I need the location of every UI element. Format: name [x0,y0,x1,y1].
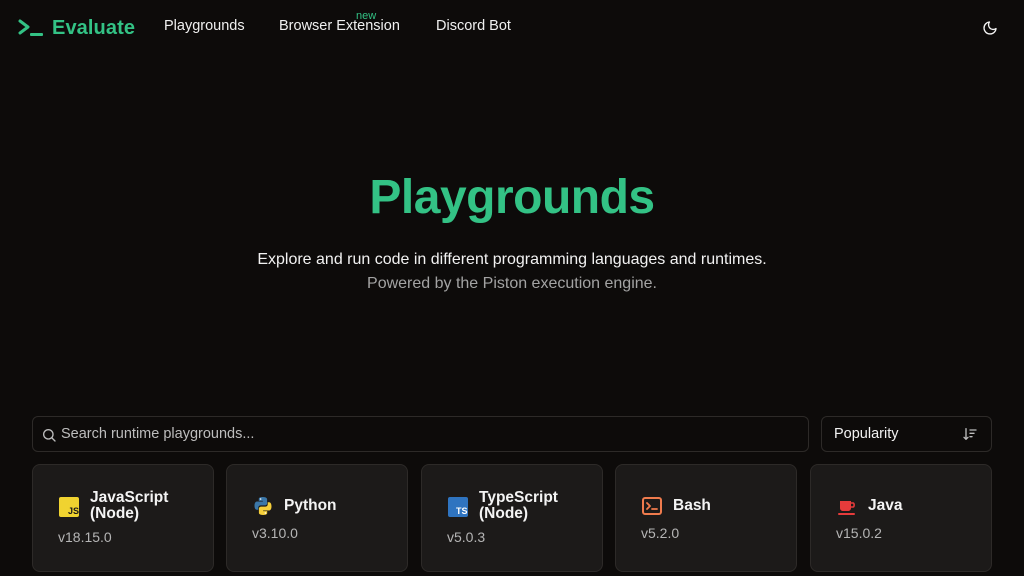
card-title-line2: (Node) [479,505,529,522]
card-title: TypeScript [479,489,558,506]
runtime-card-javascript[interactable]: JS JavaScript (Node) v18.15.0 [32,464,214,572]
card-version: v15.0.2 [836,525,882,541]
card-title-line2: (Node) [90,505,140,522]
svg-text:JS: JS [68,506,79,516]
svg-text:TS: TS [456,506,468,516]
runtime-card-typescript[interactable]: TS TypeScript (Node) v5.0.3 [421,464,603,572]
sort-descending-icon[interactable] [962,426,978,442]
nav-playgrounds[interactable]: Playgrounds [164,18,245,34]
terminal-prompt-icon [18,19,43,36]
nav-discord-bot[interactable]: Discord Bot [436,18,511,34]
card-version: v5.2.0 [641,525,680,541]
nav-browser-extension[interactable]: Browser Extension [279,18,400,34]
card-title: JavaScript [90,489,169,506]
page-title: Playgrounds [369,171,655,224]
search-box [32,416,809,452]
sort-label: Popularity [834,426,899,442]
card-version: v18.15.0 [58,529,112,545]
moon-icon [983,21,997,35]
card-version: v5.0.3 [447,529,486,545]
page-subtitle-secondary: Powered by the Piston execution engine. [367,275,657,292]
bash-icon [642,497,662,515]
page-subtitle: Explore and run code in different progra… [257,251,767,268]
runtime-card-bash[interactable]: Bash v5.2.0 [615,464,797,572]
runtime-card-java[interactable]: Java v15.0.2 [810,464,992,572]
brand-name: Evaluate [52,16,136,39]
search-icon [43,429,56,442]
card-title: Python [284,497,337,514]
theme-toggle-button[interactable] [980,18,1000,38]
runtime-card-python[interactable]: Python v3.10.0 [226,464,408,572]
card-title: Java [868,497,903,514]
top-nav: Evaluate Playgrounds Browser Extension n… [0,0,1024,56]
search-input[interactable] [61,417,801,451]
typescript-icon: TS [448,497,468,517]
card-version: v3.10.0 [252,525,298,541]
brand-logo-link[interactable]: Evaluate [18,14,135,42]
new-badge: new [356,10,377,22]
javascript-icon: JS [59,497,79,517]
python-icon [254,497,272,515]
card-title: Bash [673,497,711,514]
java-icon [838,501,855,515]
